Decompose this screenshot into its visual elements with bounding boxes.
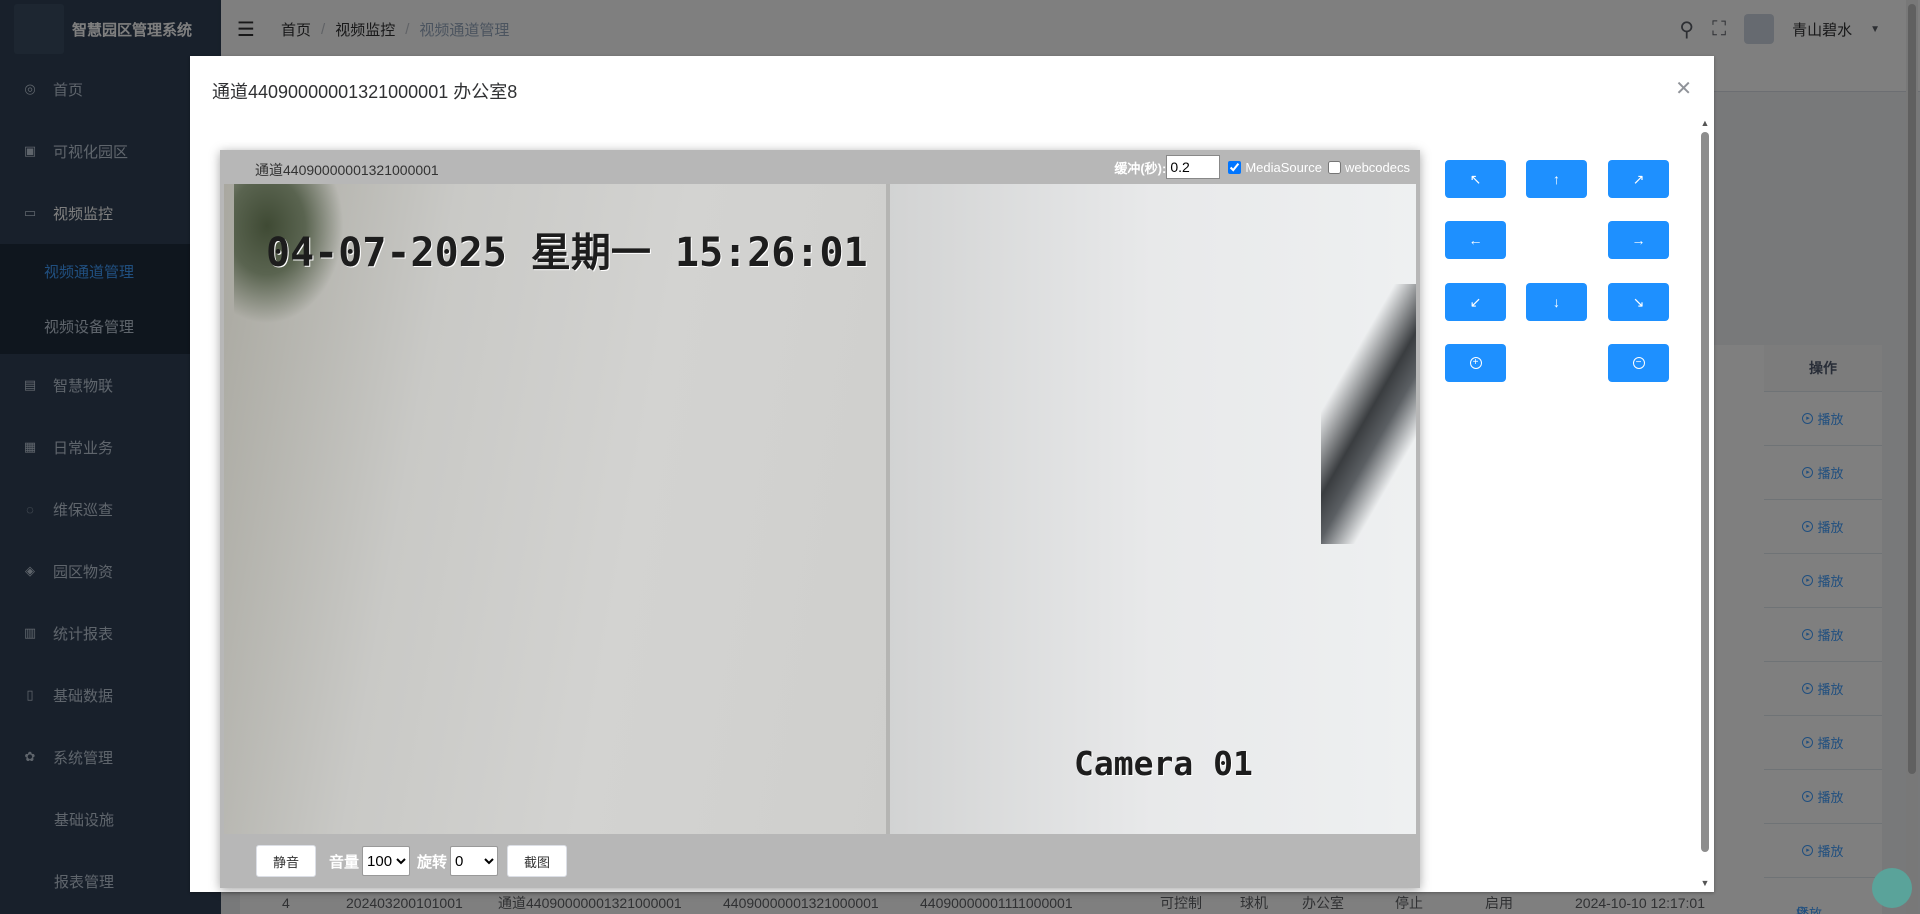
zoom-in-icon: + xyxy=(1469,357,1482,369)
volume-label: 音量 xyxy=(329,853,360,871)
scroll-up-icon[interactable]: ▲ xyxy=(1700,118,1710,128)
video-player: 通道44090000001321000001 缓冲(秒): MediaSourc… xyxy=(220,150,1420,888)
video-osd-camera: Camera 01 xyxy=(1074,744,1253,783)
snapshot-button[interactable]: 截图 xyxy=(507,845,568,877)
ptz-down-left-button[interactable]: ↙ xyxy=(1445,283,1506,321)
dialog-title: 通道44090000001321000001 办公室8 xyxy=(212,82,518,102)
arrow-up-icon: ↑ xyxy=(1553,171,1560,187)
mediasource-label: MediaSource xyxy=(1245,159,1322,175)
arrow-up-left-icon: ↖ xyxy=(1469,170,1482,187)
player-top-controls: 缓冲(秒): MediaSource webcodecs xyxy=(1114,155,1410,179)
ptz-right-button[interactable]: → xyxy=(1608,221,1669,259)
zoom-out-icon: − xyxy=(1632,357,1645,369)
player-header: 通道44090000001321000001 缓冲(秒): MediaSourc… xyxy=(220,150,1420,184)
rotate-select[interactable]: 0 xyxy=(450,846,499,876)
arrow-left-icon: ← xyxy=(1468,232,1483,248)
ptz-up-left-button[interactable]: ↖ xyxy=(1445,160,1506,198)
player-footer: 静音 音量 100 旋转 0 截图 xyxy=(220,834,1420,888)
arrow-up-right-icon: ↗ xyxy=(1632,170,1645,187)
arrow-down-icon: ↓ xyxy=(1553,294,1560,310)
mediasource-checkbox[interactable] xyxy=(1228,160,1242,174)
ptz-control-pad: ↖ ↑ ↗ ← → ↙ ↓ ↘ + − xyxy=(1445,160,1675,400)
video-frame[interactable]: 04-07-2025 星期一 15:26:01 Camera 01 xyxy=(224,184,1416,834)
dialog-scrollbar-thumb[interactable] xyxy=(1701,132,1709,852)
ptz-up-right-button[interactable]: ↗ xyxy=(1608,160,1669,198)
volume-select[interactable]: 100 xyxy=(362,846,411,876)
ptz-zoom-out-button[interactable]: − xyxy=(1608,344,1669,382)
ptz-left-button[interactable]: ← xyxy=(1445,221,1506,259)
buffer-input[interactable] xyxy=(1166,155,1221,179)
buffer-label: 缓冲(秒): xyxy=(1114,160,1167,176)
video-scene-object xyxy=(1321,284,1416,544)
ptz-down-button[interactable]: ↓ xyxy=(1526,283,1587,321)
webcodecs-checkbox[interactable] xyxy=(1327,160,1341,174)
arrow-right-icon: → xyxy=(1631,232,1646,248)
player-channel-label: 通道44090000001321000001 xyxy=(255,162,439,178)
rotate-label: 旋转 xyxy=(417,853,448,871)
video-dialog: 通道44090000001321000001 办公室8 ✕ 通道44090000… xyxy=(190,56,1714,892)
video-osd-time: 04-07-2025 星期一 15:26:01 xyxy=(266,230,868,276)
video-scene-edge xyxy=(886,184,890,834)
arrow-down-right-icon: ↘ xyxy=(1632,293,1645,310)
ptz-down-right-button[interactable]: ↘ xyxy=(1608,283,1669,321)
ptz-up-button[interactable]: ↑ xyxy=(1526,160,1587,198)
floating-assistant-button[interactable] xyxy=(1872,868,1912,908)
mute-button[interactable]: 静音 xyxy=(256,845,317,877)
dialog-scrollbar[interactable]: ▲ ▼ xyxy=(1700,118,1710,888)
scroll-down-icon[interactable]: ▼ xyxy=(1700,878,1710,888)
webcodecs-label: webcodecs xyxy=(1344,159,1410,175)
close-icon[interactable]: ✕ xyxy=(1675,76,1692,101)
arrow-down-left-icon: ↙ xyxy=(1469,293,1482,310)
ptz-zoom-in-button[interactable]: + xyxy=(1445,344,1506,382)
